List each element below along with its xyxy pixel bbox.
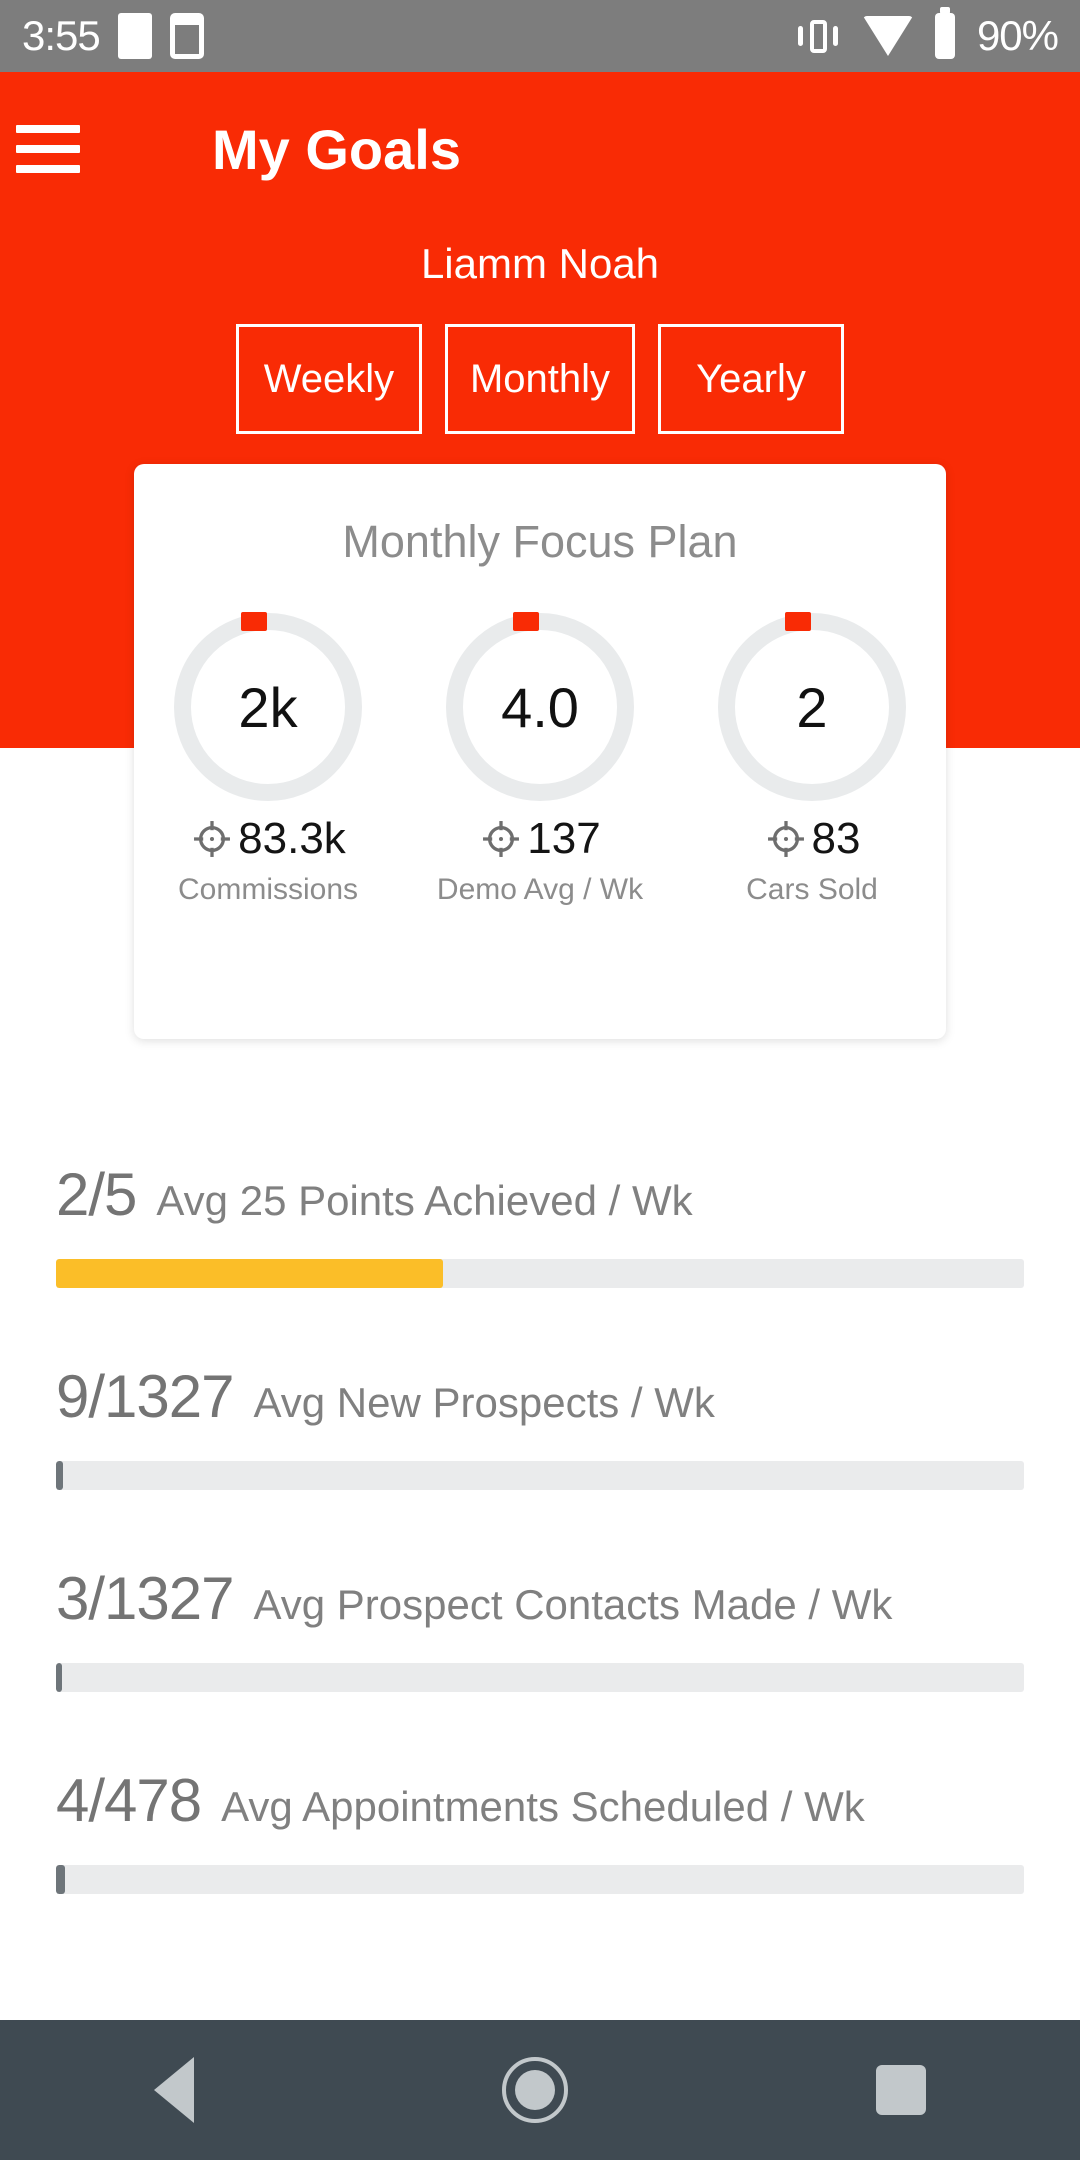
wifi-icon xyxy=(862,16,913,56)
goal-progress-list: 2/5 Avg 25 Points Achieved / Wk 9/1327 A… xyxy=(0,1160,1080,1968)
user-name-label: Liamm Noah xyxy=(420,240,660,287)
goal-head: 9/1327 Avg New Prospects / Wk xyxy=(56,1362,1024,1431)
goal-row-points-achieved[interactable]: 2/5 Avg 25 Points Achieved / Wk xyxy=(0,1160,1080,1288)
vibrate-icon xyxy=(795,13,841,59)
monthly-focus-plan-card: Monthly Focus Plan 2k 83.3k Commissions … xyxy=(134,464,946,1039)
tab-yearly[interactable]: Yearly xyxy=(658,324,845,434)
target-icon xyxy=(767,821,804,857)
gauge-target-value: 83 xyxy=(811,814,861,863)
goal-fraction: 4/478 xyxy=(56,1767,202,1834)
gauge-target-value: 83.3k xyxy=(238,814,346,863)
goal-label: Avg 25 Points Achieved / Wk xyxy=(156,1177,693,1224)
goal-progress-track xyxy=(56,1259,1024,1288)
period-tab-group: Weekly Monthly Yearly xyxy=(0,324,1080,434)
gauge-commissions[interactable]: 2k 83.3k Commissions xyxy=(154,612,382,907)
gauge-ring: 2k xyxy=(174,612,362,801)
goal-label: Avg Prospect Contacts Made / Wk xyxy=(253,1581,893,1628)
status-bar-right: 90% xyxy=(795,7,1059,59)
goal-head: 3/1327 Avg Prospect Contacts Made / Wk xyxy=(56,1564,1024,1633)
gauge-target-value: 137 xyxy=(527,814,601,863)
app-screen: 3:55 90% My Goals Liamm Noah Weekly Mont… xyxy=(0,0,1080,2160)
tab-weekly[interactable]: Weekly xyxy=(235,324,422,434)
goal-fraction: 9/1327 xyxy=(56,1363,235,1430)
goal-progress-track xyxy=(56,1663,1024,1692)
goal-head: 4/478 Avg Appointments Scheduled / Wk xyxy=(56,1766,1024,1835)
goal-label: Avg New Prospects / Wk xyxy=(253,1379,715,1426)
gauge-value: 4.0 xyxy=(501,675,579,739)
goal-progress-fill xyxy=(56,1865,65,1894)
goal-progress-fill xyxy=(56,1259,444,1288)
goal-head: 2/5 Avg 25 Points Achieved / Wk xyxy=(56,1160,1024,1229)
recent-apps-square-icon[interactable] xyxy=(876,2065,926,2115)
gauge-label: Cars Sold xyxy=(746,873,878,906)
gauge-target-row: 137 xyxy=(479,814,601,863)
gauge-group: 2k 83.3k Commissions 4.0 137 Demo Avg / … xyxy=(134,612,946,907)
status-time: 3:55 xyxy=(22,12,101,59)
target-icon xyxy=(194,821,231,857)
focus-plan-title: Monthly Focus Plan xyxy=(342,516,738,567)
battery-icon xyxy=(934,7,955,59)
gauge-label: Commissions xyxy=(177,873,359,906)
target-icon xyxy=(483,821,520,857)
battery-percent-label: 90% xyxy=(976,12,1059,59)
goal-progress-track xyxy=(56,1461,1024,1490)
goal-label: Avg Appointments Scheduled / Wk xyxy=(221,1783,865,1830)
gauge-label: Demo Avg / Wk xyxy=(436,873,644,906)
goal-fraction: 3/1327 xyxy=(56,1565,235,1632)
gauge-value: 2 xyxy=(796,675,828,739)
gauge-value: 2k xyxy=(238,675,298,739)
goal-progress-fill xyxy=(56,1663,62,1692)
gauge-cars-sold[interactable]: 2 83 Cars Sold xyxy=(698,612,926,907)
goal-row-appointments-scheduled[interactable]: 4/478 Avg Appointments Scheduled / Wk xyxy=(0,1766,1080,1894)
back-triangle-icon[interactable] xyxy=(154,2057,194,2123)
gauge-target-row: 83 xyxy=(764,814,861,863)
gauge-target-row: 83.3k xyxy=(190,817,346,861)
gauge-ring: 4.0 xyxy=(446,612,634,801)
gauge-ring: 2 xyxy=(718,612,906,801)
goal-row-prospect-contacts[interactable]: 3/1327 Avg Prospect Contacts Made / Wk xyxy=(0,1564,1080,1692)
status-bar-left: 3:55 xyxy=(22,13,204,59)
goal-fraction: 2/5 xyxy=(56,1161,137,1228)
home-circle-icon[interactable] xyxy=(502,2057,568,2123)
goal-progress-fill xyxy=(56,1461,63,1490)
hamburger-menu-icon[interactable] xyxy=(16,125,80,173)
page-title: My Goals xyxy=(212,118,461,181)
goal-progress-track xyxy=(56,1865,1024,1894)
goal-row-new-prospects[interactable]: 9/1327 Avg New Prospects / Wk xyxy=(0,1362,1080,1490)
system-navigation-bar xyxy=(0,2020,1080,2160)
gauge-demo-avg[interactable]: 4.0 137 Demo Avg / Wk xyxy=(426,612,654,907)
tab-monthly[interactable]: Monthly xyxy=(444,324,636,434)
calendar-icon xyxy=(169,13,204,59)
square-icon xyxy=(117,13,152,59)
status-bar: 3:55 90% xyxy=(0,0,1080,72)
